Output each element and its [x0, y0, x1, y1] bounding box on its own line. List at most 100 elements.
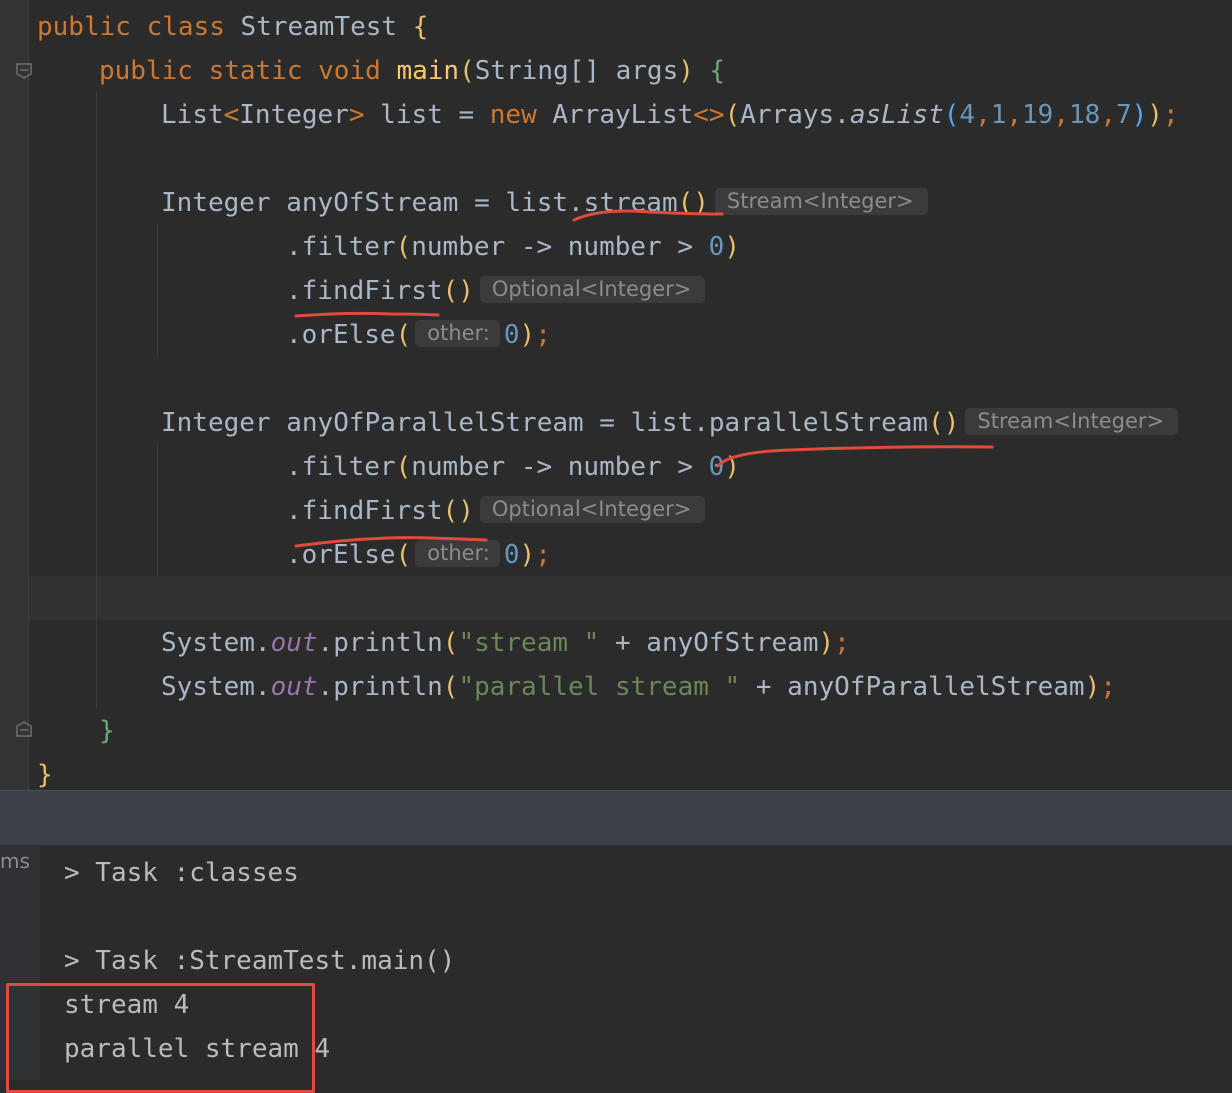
operator: =: [458, 100, 475, 130]
operator: +: [755, 672, 772, 702]
number-literal: 0: [503, 320, 520, 350]
paren: (): [442, 276, 474, 306]
paren: ): [724, 232, 740, 262]
indent-guide: [157, 444, 158, 576]
lambda-param: number: [567, 232, 662, 262]
number-literal: 7: [1115, 100, 1132, 130]
keyword: static: [208, 56, 303, 86]
type-name: Integer: [161, 408, 271, 438]
close-paren: ): [678, 56, 694, 86]
operator: >: [677, 232, 694, 262]
type-inlay-hint: Optional<Integer>: [479, 276, 706, 303]
number-literal: 1: [990, 100, 1007, 130]
static-field: out: [270, 672, 318, 702]
method-call: println: [333, 628, 443, 658]
code-line-print-parallel: System.out.println("parallel stream " + …: [161, 672, 1116, 702]
variable: list: [380, 100, 443, 130]
method-name: main: [396, 56, 460, 86]
class-name: System: [161, 628, 255, 658]
paren: (: [395, 232, 412, 262]
paren: (): [928, 408, 960, 438]
fold-end-icon[interactable]: [15, 720, 33, 738]
code-line-parallel-decl: Integer anyOfParallelStream = list.paral…: [161, 401, 1179, 445]
red-box-annotation: [6, 983, 315, 1093]
code-line-filter: .filter(number -> number > 0): [286, 452, 740, 482]
console-line: > Task :StreamTest.main(): [64, 946, 456, 976]
keyword: new: [489, 100, 537, 130]
lambda-param: number: [411, 232, 506, 262]
class-name: Arrays: [740, 100, 835, 130]
keyword: public: [99, 56, 193, 86]
method-call: filter: [301, 232, 396, 262]
run-console[interactable]: ms > Task :classes > Task :StreamTest.ma…: [0, 845, 1232, 1093]
number-literal: 0: [708, 452, 725, 482]
code-line-findfirst: .findFirst() Optional<Integer>: [286, 269, 706, 313]
number-literal: 4: [959, 100, 976, 130]
static-field: out: [270, 628, 318, 658]
keyword: class: [146, 12, 225, 42]
arrow: ->: [520, 232, 553, 262]
open-paren: (: [459, 56, 475, 86]
method-call: orElse: [301, 320, 396, 350]
type-name: Integer: [161, 188, 271, 218]
paren: (: [395, 540, 412, 570]
indent-guide: [157, 224, 158, 356]
param-type: String[]: [474, 56, 600, 86]
method-call: findFirst: [301, 496, 443, 526]
number-literal: 19: [1022, 100, 1054, 130]
paren: ): [519, 320, 536, 350]
paren: (: [442, 672, 459, 702]
indent-guide: [96, 92, 97, 708]
red-underline-annotation: [716, 445, 994, 468]
variable: anyOfParallelStream: [286, 408, 584, 438]
code-line-filter: .filter(number -> number > 0): [286, 232, 740, 262]
paren: ): [724, 452, 740, 482]
param-inlay-hint: other:: [415, 540, 500, 567]
close-paren: ): [1147, 100, 1163, 130]
variable: anyOfStream: [286, 188, 459, 218]
code-line-orelse: .orElse(other: 0);: [286, 320, 551, 350]
fold-collapse-icon[interactable]: [15, 62, 33, 80]
gutter-separator: [28, 0, 29, 790]
side-label: ms: [0, 849, 30, 873]
method-call: stream: [583, 188, 678, 218]
number-literal: 0: [503, 540, 520, 570]
operator: >: [677, 452, 694, 482]
open-paren: (: [943, 100, 960, 130]
method-name: asList: [849, 100, 944, 130]
variable: list: [630, 408, 694, 438]
variable: anyOfStream: [646, 628, 819, 658]
caret-line-highlight: [29, 576, 1232, 620]
code-line-orelse: .orElse(other: 0);: [286, 540, 551, 570]
generic-open: <: [223, 100, 240, 130]
type-inlay-hint: Stream<Integer>: [714, 188, 928, 215]
paren: (: [395, 320, 412, 350]
ctor-name: ArrayList: [552, 100, 694, 130]
code-editor[interactable]: public class StreamTest { public static …: [0, 0, 1232, 790]
paren: ): [1084, 672, 1101, 702]
keyword: public: [37, 12, 131, 42]
paren: ): [519, 540, 536, 570]
console-line: > Task :classes: [64, 858, 299, 888]
string-literal: "parallel stream ": [458, 672, 741, 702]
paren: (): [442, 496, 474, 526]
close-brace-class: }: [37, 760, 53, 790]
type-inlay-hint: Stream<Integer>: [965, 408, 1179, 435]
tool-window-header[interactable]: [0, 790, 1232, 846]
close-brace-main: }: [99, 716, 115, 746]
code-line-print-stream: System.out.println("stream " + anyOfStre…: [161, 628, 850, 658]
brace: {: [412, 12, 429, 42]
code-line-stream-decl: Integer anyOfStream = list.stream() Strea…: [161, 181, 928, 225]
method-call: parallelStream: [708, 408, 929, 438]
param-inlay-hint: other:: [415, 320, 500, 347]
generic-close: >: [348, 100, 365, 130]
paren: (: [395, 452, 412, 482]
class-name: System: [161, 672, 255, 702]
class-name: StreamTest: [240, 12, 398, 42]
lambda-param: number: [567, 452, 662, 482]
method-call: findFirst: [301, 276, 443, 306]
paren: (): [677, 188, 709, 218]
paren: ): [818, 628, 835, 658]
close-paren: ): [1131, 100, 1148, 130]
editor-gutter[interactable]: [0, 0, 28, 790]
